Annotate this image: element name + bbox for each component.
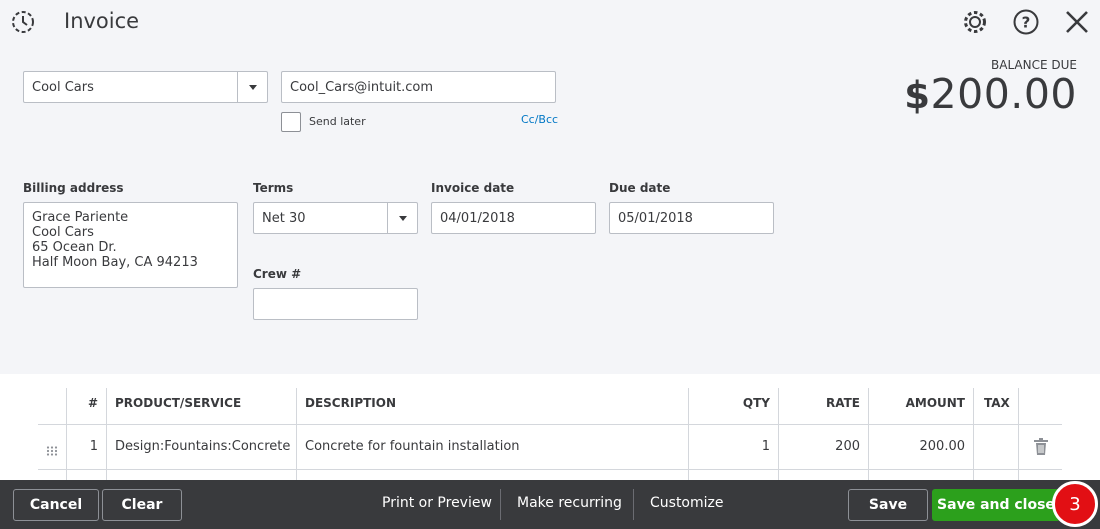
row-amount[interactable]: 200.00 <box>868 439 966 454</box>
customer-select[interactable]: Cool Cars <box>23 71 268 103</box>
customer-dropdown-button[interactable] <box>237 72 267 102</box>
terms-label: Terms <box>253 181 294 195</box>
table-header-divider <box>38 424 1062 425</box>
cancel-button[interactable]: Cancel <box>13 489 99 521</box>
send-later-label: Send later <box>309 115 366 128</box>
balance-due-amount: $200.00 <box>870 70 1077 118</box>
close-icon[interactable] <box>1063 8 1091 36</box>
billing-line: Grace Pariente <box>32 210 129 225</box>
customer-value: Cool Cars <box>32 79 94 95</box>
chevron-down-icon <box>398 215 407 221</box>
print-preview-link[interactable]: Print or Preview <box>382 495 492 511</box>
terms-select[interactable]: Net 30 <box>253 202 418 234</box>
column-divider <box>1018 388 1019 480</box>
footer-divider <box>633 489 634 520</box>
page-title: Invoice <box>64 9 140 33</box>
footer-bar: Cancel Clear Print or Preview Make recur… <box>0 480 1100 529</box>
email-value: Cool_Cars@intuit.com <box>290 79 434 95</box>
help-icon[interactable]: ? <box>1012 8 1040 36</box>
due-date-label: Due date <box>609 181 671 195</box>
chevron-down-icon <box>248 84 257 90</box>
clear-button[interactable]: Clear <box>102 489 182 521</box>
terms-value: Net 30 <box>262 210 306 226</box>
due-date-value: 05/01/2018 <box>618 210 693 226</box>
column-header-product: PRODUCT/SERVICE <box>115 396 242 410</box>
row-description[interactable]: Concrete for fountain installation <box>305 439 520 454</box>
table-row-divider <box>38 469 1062 470</box>
balance-value: 200.00 <box>930 70 1077 118</box>
cc-bcc-link[interactable]: Cc/Bcc <box>521 113 558 126</box>
terms-dropdown-button[interactable] <box>387 203 417 233</box>
make-recurring-link[interactable]: Make recurring <box>517 495 622 511</box>
billing-line: Half Moon Bay, CA 94213 <box>32 255 198 270</box>
billing-line: 65 Ocean Dr. <box>32 240 117 255</box>
row-product[interactable]: Design:Fountains:Concrete <box>115 439 290 454</box>
due-date-field[interactable]: 05/01/2018 <box>609 202 774 234</box>
column-header-tax: TAX <box>984 396 1010 410</box>
column-header-amount: AMOUNT <box>905 396 965 410</box>
svg-text:?: ? <box>1022 14 1031 32</box>
row-number: 1 <box>89 439 98 454</box>
billing-address-label: Billing address <box>23 181 124 195</box>
column-header-qty: QTY <box>742 396 770 410</box>
line-items-table: # PRODUCT/SERVICE DESCRIPTION QTY RATE A… <box>0 374 1100 480</box>
currency-symbol: $ <box>904 74 931 117</box>
column-divider <box>973 388 974 480</box>
history-icon[interactable] <box>8 7 38 37</box>
column-header-number: # <box>87 396 98 410</box>
trash-icon[interactable] <box>1033 438 1049 460</box>
billing-address-field[interactable]: Grace Pariente Cool Cars 65 Ocean Dr. Ha… <box>23 202 238 288</box>
column-header-description: DESCRIPTION <box>305 396 397 410</box>
send-later-checkbox[interactable] <box>281 112 301 132</box>
invoice-date-field[interactable]: 04/01/2018 <box>431 202 596 234</box>
invoice-date-value: 04/01/2018 <box>440 210 515 226</box>
crew-label: Crew # <box>253 267 302 281</box>
drag-handle-icon[interactable] <box>46 441 58 460</box>
email-field[interactable]: Cool_Cars@intuit.com <box>281 71 556 103</box>
gear-icon[interactable] <box>961 8 989 36</box>
save-and-close-button[interactable]: Save and close <box>932 489 1060 521</box>
step-badge: 3 <box>1052 481 1098 527</box>
column-divider <box>296 388 297 480</box>
column-divider <box>106 388 107 480</box>
save-button[interactable]: Save <box>848 489 928 521</box>
invoice-date-label: Invoice date <box>431 181 515 195</box>
crew-field[interactable] <box>253 288 418 320</box>
row-rate[interactable]: 200 <box>778 439 860 454</box>
column-header-rate: RATE <box>826 396 860 410</box>
footer-divider <box>500 489 501 520</box>
billing-line: Cool Cars <box>32 225 94 240</box>
customize-link[interactable]: Customize <box>650 495 724 511</box>
row-qty[interactable]: 1 <box>688 439 770 454</box>
